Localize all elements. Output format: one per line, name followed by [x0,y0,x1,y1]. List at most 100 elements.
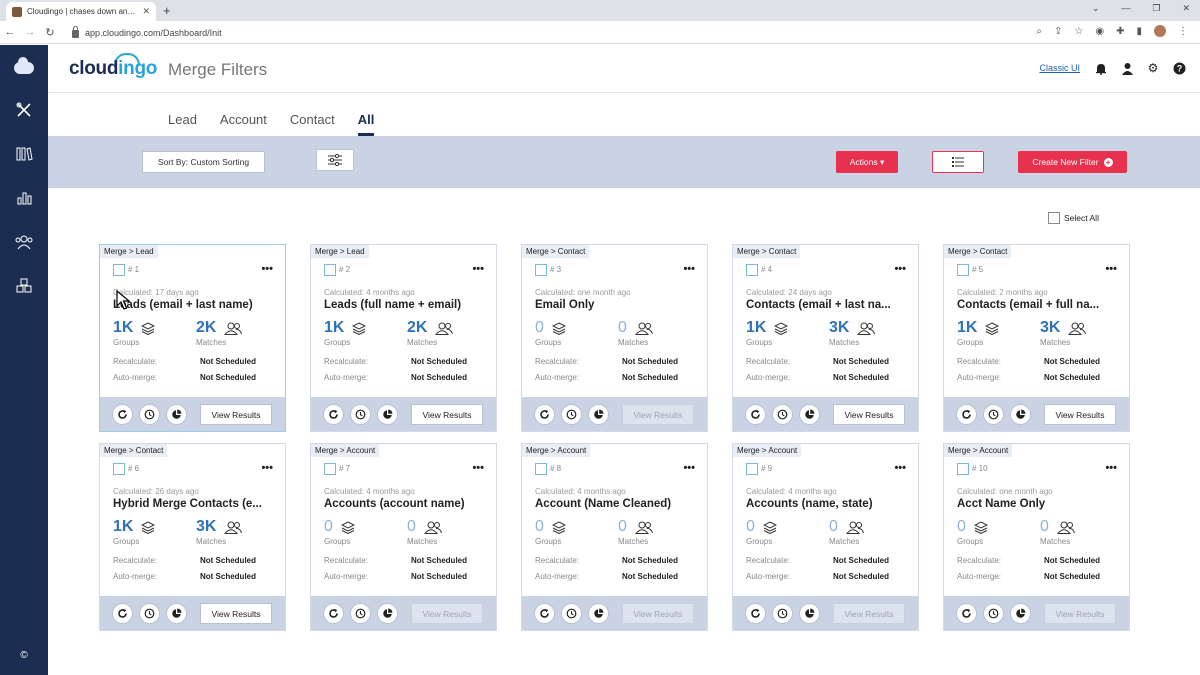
filter-card[interactable]: Merge > Contact # 3 ••• Calculated: one … [521,244,708,432]
pie-chart-icon[interactable] [377,404,398,425]
reload-icon[interactable]: ↻ [40,26,60,39]
create-new-filter-button[interactable]: Create New Filter + [1018,151,1127,173]
clock-icon[interactable] [772,603,793,624]
recalculate-icon[interactable] [956,603,977,624]
select-all[interactable]: Select All [1048,212,1099,224]
view-results-button[interactable]: View Results [1044,404,1116,425]
salesforce-cloud-icon[interactable] [10,55,38,81]
clock-icon[interactable] [561,404,582,425]
view-results-button[interactable]: View Results [200,603,272,624]
maximize-icon[interactable]: ❐ [1152,3,1160,14]
clock-icon[interactable] [561,603,582,624]
bell-icon[interactable] [1094,61,1108,75]
card-title[interactable]: Hybrid Merge Contacts (e... [113,498,278,510]
view-results-button[interactable]: View Results [200,404,272,425]
pie-chart-icon[interactable] [588,603,609,624]
cloudingo-logo[interactable]: cloudingo [69,58,157,80]
list-view-button[interactable] [933,152,983,172]
minimize-icon[interactable]: — [1121,3,1130,14]
clock-icon[interactable] [350,603,371,624]
bar-chart-icon[interactable] [10,185,38,211]
browser-tab[interactable]: Cloudingo | chases down and eli ✕ [6,2,156,21]
help-icon[interactable]: ? [1172,61,1186,75]
recalculate-icon[interactable] [323,603,344,624]
pie-chart-icon[interactable] [166,603,187,624]
actions-dropdown[interactable]: Actions ▾ [836,151,898,173]
card-checkbox[interactable] [113,264,125,276]
more-options-icon[interactable]: ••• [683,263,695,275]
tab-all[interactable]: All [357,112,375,136]
view-results-button[interactable]: View Results [622,404,694,425]
share-icon[interactable]: ⇪ [1054,26,1062,37]
view-results-button[interactable]: View Results [833,404,905,425]
card-checkbox[interactable] [746,463,758,475]
filter-card[interactable]: Merge > Lead # 1 ••• Calculated: 17 days… [99,244,286,432]
forward-arrow-icon[interactable]: → [20,26,40,38]
sidepanel-icon[interactable]: ▮ [1136,26,1142,37]
view-results-button[interactable]: View Results [833,603,905,624]
filter-settings-button[interactable] [316,149,354,171]
zoom-icon[interactable]: ⌕ [1036,26,1042,37]
clock-icon[interactable] [772,404,793,425]
view-results-button[interactable]: View Results [411,603,483,624]
tab-lead[interactable]: Lead [168,112,197,136]
card-checkbox[interactable] [535,264,547,276]
pie-chart-icon[interactable] [588,404,609,425]
menu-kebab-icon[interactable]: ⋮ [1178,26,1188,37]
more-options-icon[interactable]: ••• [1105,263,1117,275]
card-title[interactable]: Leads (full name + email) [324,299,489,311]
pie-chart-icon[interactable] [1010,404,1031,425]
back-arrow-icon[interactable]: ← [0,26,20,38]
card-checkbox[interactable] [746,264,758,276]
card-title[interactable]: Accounts (name, state) [746,498,911,510]
card-checkbox[interactable] [535,463,547,475]
filter-card[interactable]: Merge > Contact # 5 ••• Calculated: 2 mo… [943,244,1130,432]
gear-icon[interactable]: ⚙ [1146,61,1160,75]
filter-card[interactable]: Merge > Account # 10 ••• Calculated: one… [943,443,1130,631]
card-title[interactable]: Account (Name Cleaned) [535,498,700,510]
filter-card[interactable]: Merge > Account # 9 ••• Calculated: 4 mo… [732,443,919,631]
profile-avatar[interactable] [1154,25,1166,37]
clock-icon[interactable] [350,404,371,425]
chevron-down-icon[interactable]: ⌄ [1092,3,1100,14]
close-tab-icon[interactable]: ✕ [142,6,150,17]
recalculate-icon[interactable] [112,603,133,624]
bookmark-star-icon[interactable]: ☆ [1074,26,1083,37]
tab-contact[interactable]: Contact [290,112,335,136]
clock-icon[interactable] [983,603,1004,624]
pie-chart-icon[interactable] [377,603,398,624]
recalculate-icon[interactable] [112,404,133,425]
filter-card[interactable]: Merge > Account # 7 ••• Calculated: 4 mo… [310,443,497,631]
filter-card[interactable]: Merge > Lead # 2 ••• Calculated: 4 month… [310,244,497,432]
view-results-button[interactable]: View Results [1044,603,1116,624]
library-icon[interactable] [10,141,38,167]
users-icon[interactable] [10,229,38,255]
pie-chart-icon[interactable] [799,404,820,425]
more-options-icon[interactable]: ••• [894,263,906,275]
pie-chart-icon[interactable] [1010,603,1031,624]
recalculate-icon[interactable] [956,404,977,425]
select-all-checkbox[interactable] [1048,212,1060,224]
filter-card[interactable]: Merge > Contact # 6 ••• Calculated: 26 d… [99,443,286,631]
close-window-icon[interactable]: ✕ [1182,3,1190,14]
boxes-icon[interactable] [10,273,38,299]
card-checkbox[interactable] [957,463,969,475]
view-results-button[interactable]: View Results [622,603,694,624]
pie-chart-icon[interactable] [799,603,820,624]
more-options-icon[interactable]: ••• [261,462,273,474]
url-field[interactable]: app.cloudingo.com/Dashboard/Init [72,24,222,41]
clock-icon[interactable] [139,404,160,425]
sort-button[interactable]: Sort By: Custom Sorting [142,151,265,173]
card-title[interactable]: Contacts (email + last na... [746,299,911,311]
recalculate-icon[interactable] [323,404,344,425]
view-results-button[interactable]: View Results [411,404,483,425]
classic-ui-link[interactable]: Classic UI [1039,63,1080,73]
clock-icon[interactable] [983,404,1004,425]
card-title[interactable]: Email Only [535,299,700,311]
tab-account[interactable]: Account [220,112,267,136]
recalculate-icon[interactable] [745,404,766,425]
more-options-icon[interactable]: ••• [1105,462,1117,474]
card-checkbox[interactable] [957,264,969,276]
card-title[interactable]: Accounts (account name) [324,498,489,510]
card-checkbox[interactable] [324,463,336,475]
